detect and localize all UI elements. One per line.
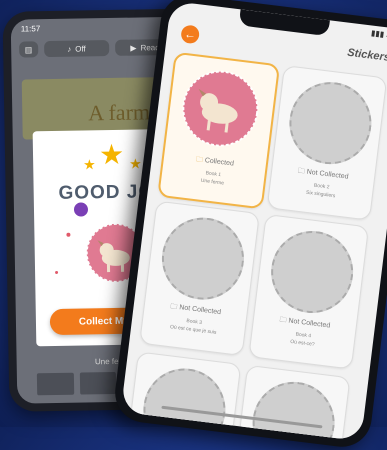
folder-icon: 🗀 [169, 303, 178, 311]
confetti-dot [66, 232, 71, 237]
folder-icon: 🗀 [297, 167, 306, 176]
star-icon: ★ [129, 155, 142, 172]
sticker-placeholder [247, 377, 340, 442]
audio-icon: ♪ [67, 44, 72, 54]
status-time: 11:57 [20, 23, 41, 34]
angel-sticker-placeholder [284, 77, 377, 169]
play-icon: ▶ [130, 43, 137, 53]
right-screen: ▮▮▮ ▰ ← Stickers 🗀 Collected Book 1 Une … [120, 0, 387, 442]
sticker-card-2[interactable]: 🗀 Not Collected Book 2 Six singuliers [266, 65, 387, 221]
grape-decoration [73, 202, 89, 217]
library-button[interactable]: ▥ [19, 41, 38, 58]
dog-sticker [182, 70, 259, 147]
library-icon: ▥ [24, 44, 33, 54]
back-button[interactable]: ← [180, 24, 201, 45]
audio-off-button[interactable]: ♪ Off [43, 40, 110, 58]
mask-sticker-placeholder [266, 226, 358, 318]
thumbnail[interactable] [79, 371, 117, 395]
sticker-card-6[interactable] [237, 364, 351, 442]
sticker-card-3[interactable]: 🗀 Not Collected Book 3 Où est ce que je … [139, 200, 260, 357]
folder-icon: 🗀 [279, 316, 287, 325]
confetti-dot [55, 270, 59, 274]
folder-icon: 🗀 [195, 156, 204, 164]
page-title: Stickers [346, 46, 387, 64]
sticker-card-4[interactable]: 🗀 Not Collected Book 4 Où est-ce? [248, 213, 370, 370]
bee-sticker-placeholder [157, 212, 249, 305]
sticker-card-1[interactable]: 🗀 Collected Book 1 Une ferme [157, 51, 281, 210]
thumbnail[interactable] [36, 372, 74, 396]
phone-notch [238, 9, 330, 37]
sticker-card-5[interactable] [128, 351, 242, 442]
audio-off-label: Off [75, 43, 86, 54]
book-title: A farm. [88, 99, 156, 126]
sticker-placeholder [138, 363, 231, 442]
right-status-bar: ▮▮▮ ▰ [370, 28, 387, 40]
star-icon: ★ [83, 156, 96, 173]
star-icon: ★ [98, 138, 125, 171]
